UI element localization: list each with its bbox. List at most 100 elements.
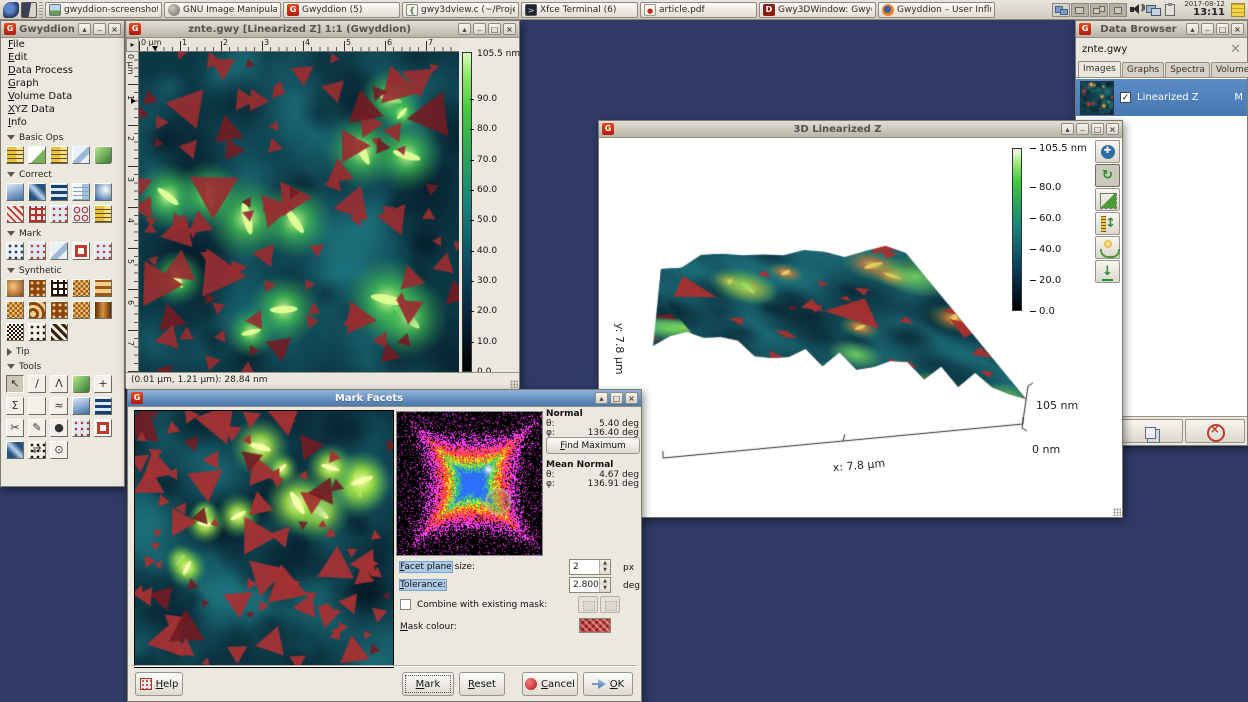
clock[interactable]: 2017-08-12 13:11 bbox=[1184, 1, 1225, 18]
columnar-icon[interactable] bbox=[28, 323, 46, 341]
mark-button[interactable]: Mark bbox=[402, 672, 454, 696]
combine-mask-checkbox[interactable] bbox=[400, 599, 411, 610]
light-mode-button[interactable] bbox=[1095, 236, 1120, 259]
menu-file[interactable]: File bbox=[1, 38, 124, 51]
channel-row[interactable]: ✓ Linearized Z M bbox=[1076, 79, 1247, 116]
shade-button[interactable] bbox=[595, 392, 608, 404]
statistics-icon[interactable]: Σ bbox=[6, 397, 24, 415]
section-tools[interactable]: Tools bbox=[1, 358, 124, 373]
toolbox-titlebar[interactable]: Gwyddion bbox=[1, 21, 124, 38]
mark-grains-icon[interactable] bbox=[6, 242, 24, 260]
copy-data-button[interactable] bbox=[1122, 419, 1183, 443]
ballistic-icon[interactable] bbox=[6, 323, 24, 341]
fibres-icon[interactable] bbox=[50, 323, 68, 341]
calibrate-icon[interactable] bbox=[94, 205, 112, 223]
shade-button[interactable] bbox=[78, 23, 91, 35]
merge-icon[interactable]: ⇄ bbox=[28, 441, 46, 459]
section-tip[interactable]: Tip bbox=[1, 343, 124, 358]
grain-edit-icon[interactable]: ✎ bbox=[28, 419, 46, 437]
close-file-icon[interactable]: ✕ bbox=[1230, 42, 1241, 57]
find-maximum-button[interactable]: Find Maximum bbox=[546, 437, 640, 454]
taskbar-window-button[interactable]: GNU Image Manipulati... bbox=[164, 2, 281, 18]
tab-volume[interactable]: Volume bbox=[1211, 62, 1248, 77]
minimize-button[interactable] bbox=[93, 23, 106, 35]
delete-data-button[interactable] bbox=[1185, 419, 1246, 443]
close-button[interactable] bbox=[1231, 23, 1244, 35]
view-settings-button[interactable] bbox=[1095, 140, 1120, 163]
shade-button[interactable] bbox=[1061, 123, 1074, 135]
maximize-button[interactable] bbox=[1216, 23, 1229, 35]
taskbar-window-button[interactable]: Gwyddion (5) bbox=[283, 2, 400, 18]
resize-grip[interactable] bbox=[1113, 508, 1121, 516]
distance-icon[interactable]: ∕ bbox=[28, 375, 46, 393]
help-button[interactable]: Help bbox=[135, 672, 183, 696]
taskbar-window-button[interactable]: gwyddion-screenshot-... bbox=[45, 2, 162, 18]
close-button[interactable] bbox=[108, 23, 121, 35]
close-button[interactable] bbox=[1106, 123, 1119, 135]
spot-remove-icon[interactable]: ● bbox=[50, 419, 68, 437]
shade-button[interactable] bbox=[1186, 23, 1199, 35]
fix-zero-icon[interactable] bbox=[6, 146, 24, 164]
color-gradient-bar[interactable] bbox=[462, 52, 472, 372]
facet-orientation-view[interactable] bbox=[396, 411, 543, 556]
crop-icon[interactable] bbox=[50, 146, 68, 164]
row-profiles-icon[interactable] bbox=[28, 397, 46, 415]
roughness-icon[interactable]: ≈ bbox=[50, 397, 68, 415]
annealing-icon[interactable] bbox=[72, 301, 90, 319]
minimize-button[interactable] bbox=[1201, 23, 1214, 35]
dialog-titlebar[interactable]: Mark Facets bbox=[128, 390, 641, 407]
spin-up-icon[interactable]: ▲ bbox=[600, 560, 610, 567]
scale-mode-button[interactable] bbox=[1095, 188, 1120, 211]
spin-down-icon[interactable]: ▼ bbox=[600, 567, 610, 574]
domains-icon[interactable] bbox=[50, 301, 68, 319]
reset-button[interactable]: Reset bbox=[459, 672, 505, 696]
align-rows-icon[interactable] bbox=[6, 183, 24, 201]
tab-spectra[interactable]: Spectra bbox=[1165, 62, 1210, 77]
line-noise-icon[interactable] bbox=[94, 279, 112, 297]
mask-strokes-icon[interactable] bbox=[94, 397, 112, 415]
clipboard-icon[interactable] bbox=[1163, 2, 1178, 17]
remove-edge-grains-icon[interactable] bbox=[28, 242, 46, 260]
minimize-button[interactable] bbox=[1076, 123, 1089, 135]
scale-icon[interactable] bbox=[28, 146, 46, 164]
facet-level-icon[interactable] bbox=[94, 146, 112, 164]
spin-up-icon[interactable]: ▲ bbox=[600, 578, 610, 585]
remove-spots-icon[interactable] bbox=[72, 205, 90, 223]
close-button[interactable] bbox=[625, 392, 638, 404]
data-browser-titlebar[interactable]: Data Browser bbox=[1076, 21, 1247, 38]
facets-preview-image[interactable] bbox=[134, 410, 394, 668]
taskbar-window-button[interactable]: Gwy3DWindow: Gwyddi... bbox=[759, 2, 876, 18]
menu-xyz-data[interactable]: XYZ Data bbox=[1, 103, 124, 116]
remove-background-icon[interactable] bbox=[28, 183, 46, 201]
section-basic-ops[interactable]: Basic Ops bbox=[1, 129, 124, 144]
mask-editor-icon[interactable] bbox=[72, 242, 90, 260]
rotate-mode-button[interactable] bbox=[1095, 164, 1120, 187]
noise-icon[interactable] bbox=[72, 279, 90, 297]
ruler-corner-button[interactable]: ▸ bbox=[126, 38, 139, 52]
tab-graphs[interactable]: Graphs bbox=[1122, 62, 1164, 77]
fft-filter-icon[interactable] bbox=[28, 205, 46, 223]
minimize-button[interactable] bbox=[473, 23, 486, 35]
resize-grip[interactable] bbox=[510, 380, 518, 388]
taskbar-window-button[interactable]: Gwyddion – User Influe... bbox=[878, 2, 995, 18]
maximize-button[interactable] bbox=[488, 23, 501, 35]
cancel-button[interactable]: Cancel bbox=[522, 672, 578, 696]
notes-icon[interactable] bbox=[1231, 3, 1245, 17]
visibility-checkbox[interactable]: ✓ bbox=[1120, 92, 1131, 103]
maximize-button[interactable] bbox=[1091, 123, 1104, 135]
mask-mark-icon[interactable] bbox=[94, 419, 112, 437]
facet-analysis-icon[interactable] bbox=[72, 397, 90, 415]
export-button[interactable] bbox=[1095, 260, 1120, 283]
menu-info[interactable]: Info bbox=[1, 116, 124, 129]
line-correct-icon[interactable] bbox=[50, 183, 68, 201]
workspace-3[interactable] bbox=[1090, 3, 1108, 17]
objects-icon[interactable] bbox=[28, 279, 46, 297]
grain-filter-icon[interactable] bbox=[50, 242, 68, 260]
read-value-icon[interactable]: + bbox=[94, 375, 112, 393]
workspace-2[interactable] bbox=[1071, 3, 1089, 17]
tab-images[interactable]: Images bbox=[1078, 61, 1121, 77]
section-synthetic[interactable]: Synthetic bbox=[1, 262, 124, 277]
section-mark[interactable]: Mark bbox=[1, 225, 124, 240]
pointer-icon[interactable]: ↖ bbox=[6, 375, 24, 393]
menu-edit[interactable]: Edit bbox=[1, 51, 124, 64]
